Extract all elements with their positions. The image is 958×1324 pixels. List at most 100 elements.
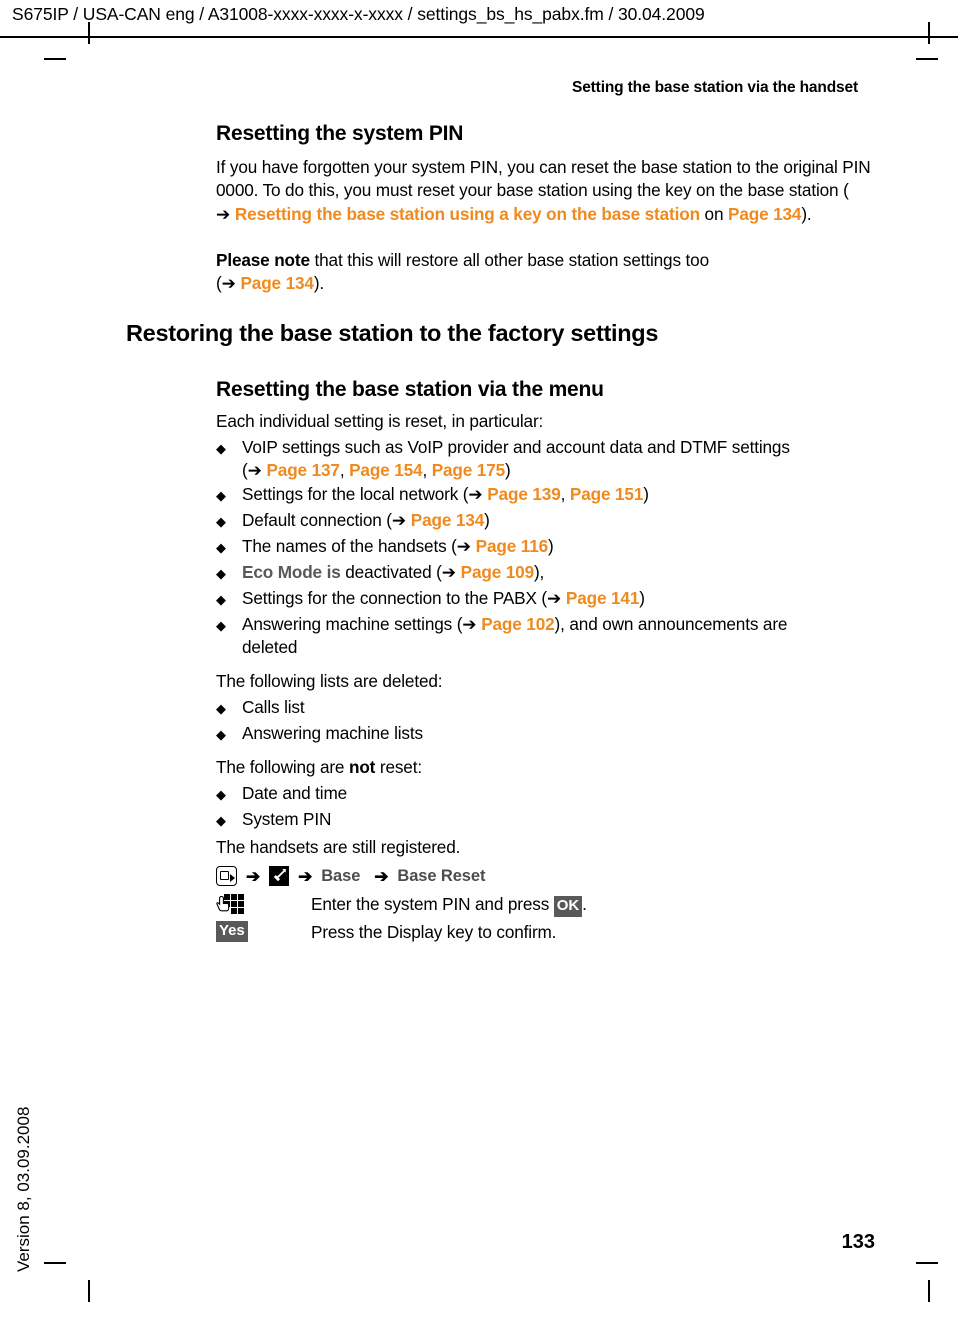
text-please-note-bold: Please note	[216, 250, 310, 270]
text-comma: ,	[422, 460, 432, 481]
list-item-continuation: deleted	[242, 637, 298, 658]
text-not-bold: not	[348, 757, 376, 777]
step-instruction-enter-pin: Enter the system PIN and press OK.	[311, 893, 587, 917]
cross-reference-page-134c[interactable]: Page 134	[411, 510, 484, 530]
heading-resetting-system-pin: Resetting the system PIN	[216, 122, 464, 145]
text-pin-intro-mid: on	[699, 203, 728, 224]
text-enter-pin-post: .	[582, 894, 587, 914]
text-pin-intro-post: ).	[801, 203, 812, 224]
ui-setting-label-eco-mode: Eco Mode is	[242, 562, 341, 582]
softkey-ok-badge[interactable]: OK	[553, 896, 583, 917]
crop-mark-bottom-left-vertical	[88, 1280, 90, 1302]
list-item-label: Answering machine settings (	[242, 614, 463, 634]
bullet-diamond-icon: ◆	[216, 618, 226, 633]
text-paren-close: ),	[533, 562, 545, 582]
reference-arrow-icon: ➔	[216, 203, 231, 224]
breadcrumb: ➔ ➔ Base ➔ Base Reset	[216, 864, 886, 888]
text-paren-close: )	[639, 588, 645, 608]
crop-mark-bottom-right-horizontal	[916, 1262, 938, 1264]
cross-reference-page-139[interactable]: Page 139	[487, 484, 560, 504]
cross-reference-page-151[interactable]: Page 151	[570, 484, 643, 504]
reference-arrow-icon: ➔	[391, 510, 407, 530]
softkey-yes-badge[interactable]: Yes	[216, 921, 248, 942]
cross-reference-page-137[interactable]: Page 137	[266, 460, 339, 480]
header-rule	[0, 36, 958, 38]
display-key-icon[interactable]	[216, 866, 237, 886]
list-item: ◆ System PIN	[216, 808, 881, 831]
cross-reference-page-134a[interactable]: Page 134	[728, 204, 801, 224]
heading-restoring-factory-settings: Restoring the base station to the factor…	[126, 320, 659, 346]
list-item-label: Default connection (	[242, 510, 392, 530]
bullet-diamond-icon: ◆	[216, 488, 226, 503]
bullet-diamond-icon: ◆	[216, 514, 226, 529]
page-number: 133	[841, 1231, 875, 1253]
text-comma: ,	[560, 484, 570, 504]
reference-arrow-icon: ➔	[468, 484, 483, 504]
list-item: ◆ Settings for the connection to the PAB…	[216, 587, 881, 610]
list-item-label: Date and time	[242, 783, 348, 803]
menu-arrow-icon: ➔	[246, 866, 261, 886]
crop-mark-top-left-horizontal	[44, 58, 66, 60]
list-item-label: Answering machine lists	[242, 723, 423, 743]
crop-mark-top-right-horizontal	[916, 58, 938, 60]
paragraph-please-note: Please note that this will restore all o…	[216, 249, 876, 296]
keypad-icon[interactable]	[216, 894, 246, 920]
cross-reference-page-116[interactable]: Page 116	[476, 536, 549, 556]
list-item-label: Settings for the connection to the PABX …	[242, 588, 547, 608]
paragraph-deleted-intro: The following lists are deleted:	[216, 671, 443, 691]
text-paren-close: )	[505, 460, 511, 481]
cross-reference-page-109[interactable]: Page 109	[461, 562, 534, 582]
step-row-enter-pin: Enter the system PIN and press OK.	[216, 893, 886, 921]
crop-mark-top-left-vertical	[88, 22, 90, 44]
paragraph-pin-reset-intro: If you have forgotten your system PIN, y…	[216, 156, 876, 226]
text-please-note-paren-close: ).	[313, 273, 325, 294]
bullet-diamond-icon: ◆	[216, 566, 226, 581]
list-item-label: Settings for the local network (	[242, 484, 469, 504]
reference-arrow-icon: ➔	[462, 614, 477, 634]
text-pin-intro-pre: If you have forgotten your system PIN, y…	[216, 157, 871, 201]
menu-arrow-icon: ➔	[374, 866, 389, 886]
heading-resetting-via-menu: Resetting the base station via the menu	[216, 378, 604, 401]
list-item: ◆ Answering machine lists	[216, 722, 881, 745]
crop-mark-bottom-left-horizontal	[44, 1262, 66, 1264]
text-comma: ,	[339, 460, 350, 481]
list-item-label: Calls list	[242, 697, 305, 717]
cross-reference-link-base-key[interactable]: Resetting the base station using a key o…	[235, 204, 700, 224]
settings-wrench-icon[interactable]	[269, 866, 290, 886]
list-item: ◆ Eco Mode is deactivated (➔ Page 109),	[216, 561, 881, 584]
text-please-note-body: that this will restore all other base st…	[309, 250, 710, 270]
bullet-diamond-icon: ◆	[216, 701, 226, 716]
list-item: ◆ Default connection (➔ Page 134)	[216, 509, 881, 532]
document-id-header: S675IP / USA-CAN eng / A31008-xxxx-xxxx-…	[12, 4, 705, 24]
step-row-confirm: Yes Press the Display key to confirm.	[216, 921, 886, 947]
menu-path-row: ➔ ➔ Base ➔ Base Reset	[216, 864, 886, 888]
text-paren-close: )	[484, 510, 490, 530]
list-item: ◆ Settings for the local network (➔ Page…	[216, 483, 881, 506]
reference-arrow-icon: ➔	[441, 562, 456, 582]
list-item-label: deactivated (	[340, 562, 442, 582]
menu-item-base-reset[interactable]: Base Reset	[397, 865, 485, 888]
cross-reference-page-134b[interactable]: Page 134	[240, 273, 313, 293]
crop-mark-top-right-vertical	[928, 22, 930, 44]
list-item: ◆ The names of the handsets (➔ Page 116)	[216, 535, 881, 558]
list-item: ◆ Answering machine settings (➔ Page 102…	[216, 613, 881, 660]
paragraph-not-reset-intro: The following are not reset:	[216, 756, 876, 779]
list-item-label: The names of the handsets (	[242, 536, 457, 556]
text-paren-close: )	[548, 536, 554, 556]
list-item: ◆ Calls list	[216, 696, 881, 719]
text-enter-pin-pre: Enter the system PIN and press	[311, 894, 554, 914]
bullet-diamond-icon: ◆	[216, 787, 226, 802]
reference-arrow-icon: ➔	[247, 460, 262, 481]
menu-item-base[interactable]: Base	[321, 865, 360, 888]
cross-reference-page-102[interactable]: Page 102	[481, 614, 554, 634]
crop-mark-bottom-right-vertical	[928, 1280, 930, 1302]
cross-reference-page-154[interactable]: Page 154	[349, 460, 422, 480]
paragraph-handsets-registered: The handsets are still registered.	[216, 837, 461, 857]
running-head: Setting the base station via the handset	[572, 79, 858, 96]
text-paren-close: )	[643, 484, 649, 504]
bullet-diamond-icon: ◆	[216, 727, 226, 742]
cross-reference-page-141[interactable]: Page 141	[566, 588, 639, 608]
bullet-diamond-icon: ◆	[216, 540, 226, 555]
list-item: ◆ VoIP settings such as VoIP provider an…	[216, 436, 881, 483]
cross-reference-page-175[interactable]: Page 175	[432, 460, 505, 480]
